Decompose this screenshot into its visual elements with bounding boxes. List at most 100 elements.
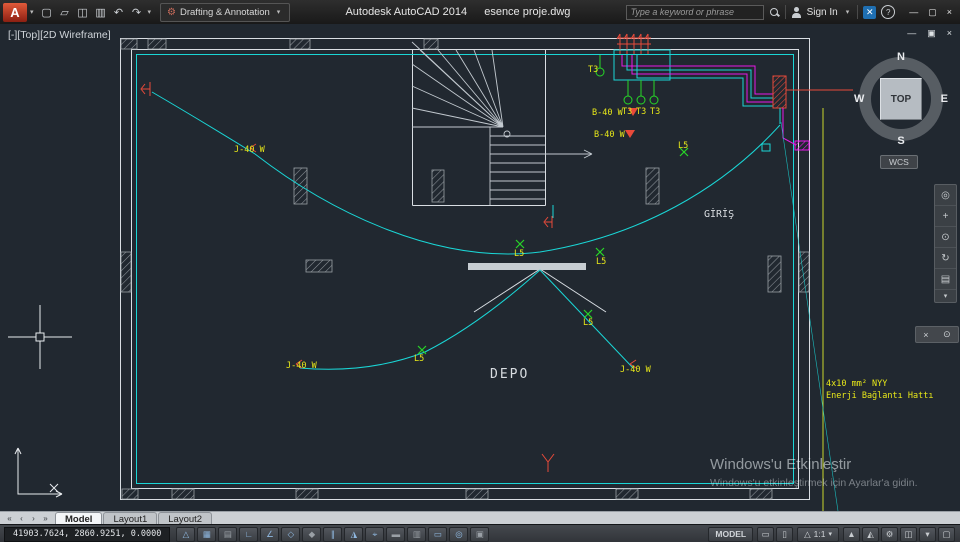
viewcube-south[interactable]: S — [897, 135, 904, 147]
viewcube-top-face[interactable]: TOP — [880, 78, 922, 120]
model-space-canvas[interactable]: [-][Top][2D Wireframe] — ▣ × N S W E TOP… — [0, 24, 960, 511]
document-window-controls: — ▣ × — [907, 28, 952, 39]
polar-tracking-toggle[interactable]: ∠ — [260, 526, 280, 542]
window-title: Autodesk AutoCAD 2014 esence proje.dwg — [290, 6, 625, 18]
palette-close-icon[interactable]: × — [923, 330, 928, 340]
3d-object-snap-toggle[interactable]: ◆ — [302, 526, 322, 542]
orbit-icon[interactable]: ↻ — [935, 248, 956, 269]
coordinate-readout[interactable]: 41903.7624, 2860.9251, 0.0000 — [4, 526, 171, 542]
viewcube-north[interactable]: N — [897, 51, 905, 63]
minimize-button[interactable]: — — [909, 7, 918, 17]
layout-tabbar: «‹ ›» Model Layout1 Layout2 — [0, 511, 960, 525]
infocenter: Sign In ▾ ✕ ? — [625, 4, 896, 20]
statusbar-right: MODEL ▭ ▯ △ 1:1 ▾ ▲ ◭ ⚙ ◫ ▾ ▢ — [708, 526, 955, 542]
new-file-icon[interactable]: ▢ — [39, 4, 55, 20]
mini-palette-bar: × ⊙ — [915, 326, 959, 343]
document-name: esence proje.dwg — [484, 6, 571, 18]
sign-in-button[interactable]: Sign In — [807, 7, 838, 18]
annotation-scale-button[interactable]: △ 1:1 ▾ — [797, 526, 839, 542]
close-button[interactable]: × — [947, 7, 952, 17]
lock-ui-icon[interactable]: ◫ — [900, 526, 917, 542]
tab-nav-icon[interactable]: ‹ — [16, 514, 27, 523]
status-menu-icon[interactable]: ▾ — [919, 526, 936, 542]
dynamic-ucs-toggle[interactable]: ◮ — [344, 526, 364, 542]
quick-view-buttons: ▭ ▯ — [757, 526, 794, 542]
autocad-window: A ▾ ▢ ▱ ◫ ▥ ↶ ↷ ▾ ⚙ Drafting & Annotation ▾ A… — [0, 0, 960, 542]
doc-close-button[interactable]: × — [947, 28, 952, 39]
viewcube-east[interactable]: E — [941, 93, 948, 105]
tab-nav-buttons: «‹ ›» — [4, 514, 51, 523]
plot-icon[interactable]: ▥ — [93, 4, 109, 20]
object-snap-tracking-toggle[interactable]: ∥ — [323, 526, 343, 542]
viewport-controls[interactable]: [-][Top][2D Wireframe] — [8, 29, 111, 41]
navigation-bar: ◎ + ⊙ ↻ ▤ ▾ — [934, 184, 957, 303]
user-icon — [791, 6, 802, 18]
open-folder-icon[interactable]: ▱ — [57, 4, 73, 20]
exchange-apps-icon[interactable]: ✕ — [863, 5, 877, 19]
quick-properties-toggle[interactable]: ▭ — [428, 526, 448, 542]
maximize-button[interactable]: ▢ — [928, 7, 937, 18]
floor-plan-svg — [8, 33, 853, 511]
sign-in-caret-icon[interactable]: ▾ — [843, 8, 853, 16]
palette-zoom-icon[interactable]: ⊙ — [943, 329, 951, 340]
dynamic-input-toggle[interactable]: ⌖ — [365, 526, 385, 542]
annotation-visibility-icon[interactable]: ▲ — [843, 526, 860, 542]
workspace-switching-icon[interactable]: ⚙ — [881, 526, 898, 542]
doc-restore-button[interactable]: ▣ — [927, 28, 936, 39]
app-name: Autodesk AutoCAD 2014 — [345, 6, 468, 18]
tab-nav-icon[interactable]: » — [40, 514, 51, 523]
showmotion-icon[interactable]: ▤ — [935, 269, 956, 290]
search-input[interactable] — [625, 4, 764, 20]
annotation-autoscale-icon[interactable]: ◭ — [862, 526, 879, 542]
transparency-toggle[interactable]: ▥ — [407, 526, 427, 542]
window-controls: — ▢ × — [909, 7, 952, 18]
redo-icon[interactable]: ↷ — [129, 4, 145, 20]
undo-icon[interactable]: ↶ — [111, 4, 127, 20]
quick-view-drawings-icon[interactable]: ▯ — [776, 526, 794, 542]
viewcube-west[interactable]: W — [854, 93, 864, 105]
clean-screen-icon[interactable]: ▢ — [938, 526, 955, 542]
titlebar: A ▾ ▢ ▱ ◫ ▥ ↶ ↷ ▾ ⚙ Drafting & Annotation ▾ A… — [0, 0, 960, 24]
workspace-gear-icon: ⚙ — [167, 6, 176, 18]
watermark-line2: Windows'u etkinleştirmek için Ayarlar'a … — [710, 477, 918, 489]
status-toggles: △ ▦ ▤ ∟ ∠ ◇ ◆ ∥ ◮ ⌖ ▬ ▥ ▭ ◎ ▣ — [176, 526, 490, 542]
model-space-button[interactable]: MODEL — [708, 526, 754, 542]
navbar-more-icon[interactable]: ▾ — [935, 290, 956, 302]
navigation-wheel-icon[interactable]: ◎ — [935, 185, 956, 206]
annotation-scale-icon: △ — [804, 528, 811, 539]
doc-minimize-button[interactable]: — — [907, 28, 916, 39]
search-binoculars-icon[interactable] — [769, 7, 780, 18]
quick-access-toolbar: ▢ ▱ ◫ ▥ ↶ ↷ — [39, 4, 145, 20]
workspace-switcher[interactable]: ⚙ Drafting & Annotation ▾ — [160, 2, 291, 22]
pan-icon[interactable]: + — [935, 206, 956, 227]
windows-activation-watermark: Windows'u Etkinleştir Windows'u etkinleş… — [710, 456, 917, 489]
watermark-line1: Windows'u Etkinleştir — [710, 456, 852, 473]
grid-display-toggle[interactable]: ▤ — [218, 526, 238, 542]
autocad-logo[interactable]: A — [3, 2, 27, 22]
annotation-monitor-toggle[interactable]: ▣ — [470, 526, 490, 542]
divider — [857, 5, 859, 19]
object-snap-toggle[interactable]: ◇ — [281, 526, 301, 542]
quick-view-layouts-icon[interactable]: ▭ — [757, 526, 775, 542]
scale-caret-icon: ▾ — [828, 531, 832, 538]
tab-nav-icon[interactable]: › — [28, 514, 39, 523]
snap-mode-toggle[interactable]: ▦ — [197, 526, 217, 542]
zoom-icon[interactable]: ⊙ — [935, 227, 956, 248]
lineweight-toggle[interactable]: ▬ — [386, 526, 406, 542]
model-label: MODEL — [715, 529, 747, 539]
infer-constraints-toggle[interactable]: △ — [176, 526, 196, 542]
workspace-label: Drafting & Annotation — [180, 6, 270, 18]
workspace-caret-icon: ▾ — [276, 9, 281, 16]
divider — [784, 5, 786, 19]
statusbar: 41903.7624, 2860.9251, 0.0000 △ ▦ ▤ ∟ ∠ ◇ ◆ ∥ ◮ ⌖… — [0, 524, 960, 542]
tab-nav-icon[interactable]: « — [4, 514, 15, 523]
save-icon[interactable]: ◫ — [75, 4, 91, 20]
selection-cycling-toggle[interactable]: ◎ — [449, 526, 469, 542]
help-icon[interactable]: ? — [881, 5, 896, 19]
logo-caret-icon[interactable]: ▾ — [27, 8, 37, 16]
wcs-dropdown[interactable]: WCS — [880, 155, 918, 169]
qat-overflow-icon[interactable]: ▾ — [145, 8, 155, 16]
viewcube[interactable]: N S W E TOP — [853, 51, 949, 147]
right-icon-group: ▲ ◭ ⚙ ◫ ▾ ▢ — [843, 526, 955, 542]
ortho-mode-toggle[interactable]: ∟ — [239, 526, 259, 542]
